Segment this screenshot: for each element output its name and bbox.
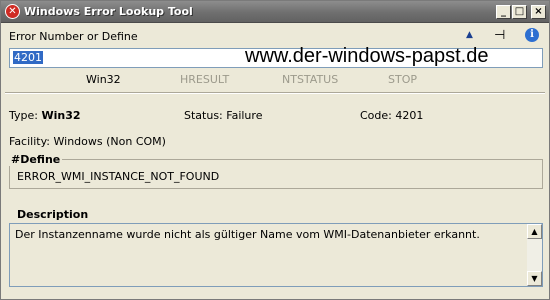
separator bbox=[5, 92, 545, 94]
info-icon[interactable]: i bbox=[525, 28, 539, 42]
mode-stop[interactable]: STOP bbox=[388, 73, 417, 86]
description-text[interactable]: Der Instanzenname wurde nicht als gültig… bbox=[15, 228, 480, 241]
minimize-button[interactable]: _ bbox=[496, 5, 511, 19]
mode-hresult[interactable]: HRESULT bbox=[180, 73, 229, 86]
status-value: Failure bbox=[226, 109, 263, 122]
title-bar[interactable]: ✕ Windows Error Lookup Tool _ □ × bbox=[1, 1, 549, 23]
error-number-value[interactable]: 4201 bbox=[13, 51, 43, 64]
code-field: Code: 4201 bbox=[360, 109, 423, 122]
description-textarea[interactable]: Der Instanzenname wurde nicht als gültig… bbox=[9, 223, 543, 287]
mode-win32[interactable]: Win32 bbox=[86, 73, 121, 86]
facility-field: Facility: Windows (Non COM) bbox=[9, 135, 166, 148]
facility-label: Facility: bbox=[9, 135, 51, 148]
close-button[interactable]: × bbox=[531, 5, 546, 19]
error-app-icon: ✕ bbox=[5, 4, 20, 19]
watermark-text: www.der-windows-papst.de bbox=[245, 45, 489, 67]
type-label: Type: bbox=[9, 109, 38, 122]
status-field: Status: Failure bbox=[184, 109, 262, 122]
code-value: 4201 bbox=[395, 109, 424, 122]
facility-value: Windows (Non COM) bbox=[53, 135, 166, 148]
description-title: Description bbox=[17, 208, 89, 221]
type-value: Win32 bbox=[41, 109, 81, 122]
app-window: ✕ Windows Error Lookup Tool _ □ × Error … bbox=[0, 0, 550, 300]
mode-ntstatus[interactable]: NTSTATUS bbox=[282, 73, 338, 86]
error-number-label: Error Number or Define bbox=[9, 30, 138, 43]
scroll-up-button[interactable]: ▲ bbox=[527, 224, 542, 239]
window-title: Windows Error Lookup Tool bbox=[24, 5, 193, 18]
type-field: Type: Win32 bbox=[9, 109, 81, 122]
pin-icon[interactable]: ⊣ bbox=[494, 28, 505, 43]
maximize-button[interactable]: □ bbox=[512, 5, 527, 19]
define-value[interactable]: ERROR_WMI_INSTANCE_NOT_FOUND bbox=[17, 170, 219, 183]
status-label: Status: bbox=[184, 109, 223, 122]
arrow-up-icon[interactable]: ▲ bbox=[466, 30, 473, 40]
description-scrollbar[interactable]: ▲ ▼ bbox=[527, 224, 542, 286]
scroll-down-button[interactable]: ▼ bbox=[527, 271, 542, 286]
define-title: #Define bbox=[9, 153, 63, 166]
code-label: Code: bbox=[360, 109, 392, 122]
